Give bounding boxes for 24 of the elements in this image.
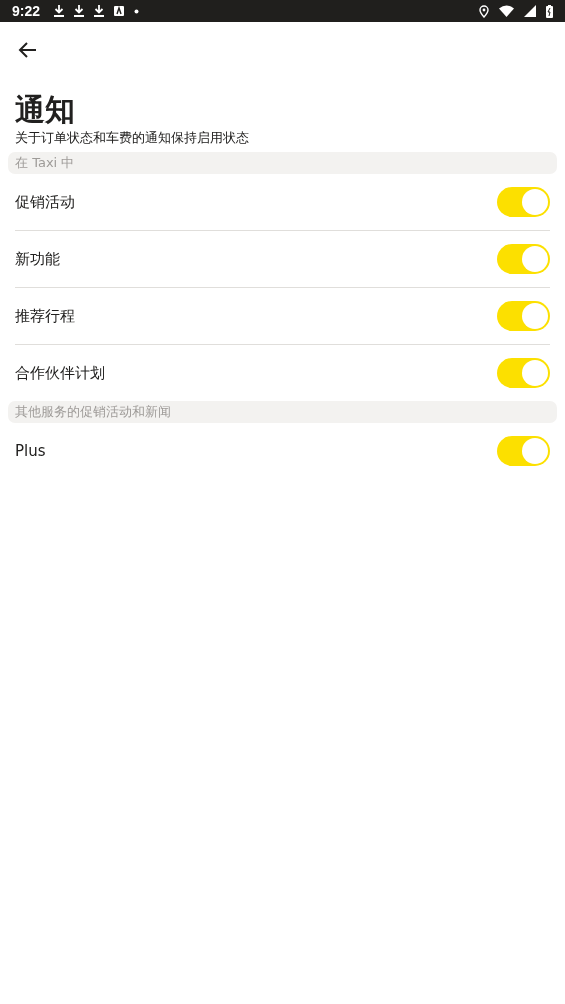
signal-icon [524, 5, 536, 17]
download-icon [74, 5, 85, 17]
toggle-switch[interactable] [497, 436, 550, 466]
toggle-switch[interactable] [497, 301, 550, 331]
section-header: 在 Taxi 中 [8, 152, 557, 174]
download-icon [94, 5, 105, 17]
toggle-switch[interactable] [497, 244, 550, 274]
location-icon [479, 4, 489, 18]
app-icon [114, 6, 125, 16]
dot-icon [134, 8, 140, 14]
setting-label: Plus [15, 442, 46, 460]
setting-label: 合作伙伴计划 [15, 363, 105, 383]
page-title: 通知 [15, 92, 76, 128]
toggle-switch[interactable] [497, 358, 550, 388]
toggle-switch[interactable] [497, 187, 550, 217]
setting-label: 新功能 [15, 249, 60, 269]
battery-icon [546, 4, 553, 18]
download-icon [54, 5, 65, 17]
setting-label: 推荐行程 [15, 306, 75, 326]
status-time: 9:22 [12, 3, 41, 19]
wifi-icon [499, 5, 514, 17]
section-header: 其他服务的促销活动和新闻 [8, 401, 557, 423]
setting-label: 促销活动 [15, 192, 75, 212]
page-subtitle: 关于订单状态和车费的通知保持启用状态 [15, 130, 250, 147]
